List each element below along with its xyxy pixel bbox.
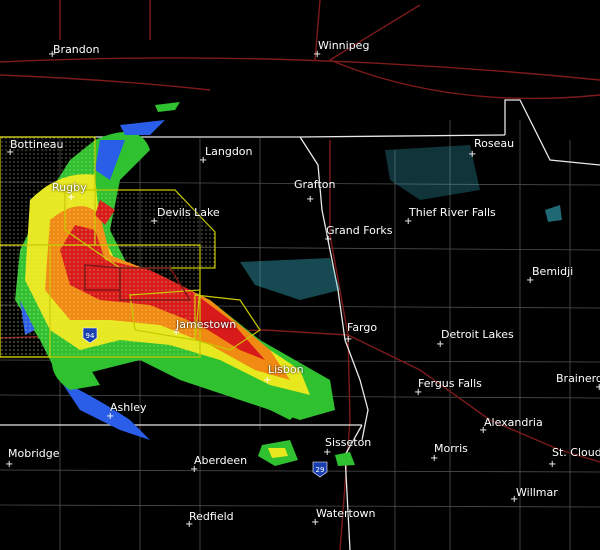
city-marker: +	[263, 375, 272, 386]
city-marker: +	[468, 149, 477, 160]
city-label-mobridge: Mobridge	[8, 447, 60, 460]
city-marker: +	[323, 447, 332, 458]
interstate-29-label: 29	[316, 466, 325, 474]
city-marker: +	[430, 453, 439, 464]
city-marker: +	[5, 459, 14, 470]
city-label-alexandria: Alexandria	[484, 416, 543, 429]
city-marker: +	[436, 339, 445, 350]
city-label-bemidji: Bemidji	[532, 265, 574, 278]
city-marker: +	[306, 194, 315, 205]
city-label-thief-river-falls: Thief River Falls	[409, 206, 496, 219]
city-label-fergus-falls: Fergus Falls	[418, 377, 482, 390]
city-label-detroit-lakes: Detroit Lakes	[441, 328, 514, 341]
city-label-brandon: Brandon	[53, 43, 100, 56]
light-returns	[240, 145, 562, 300]
radar-map: 94 29 + Brandon + Winnipeg + Bottineau +…	[0, 0, 600, 550]
city-label-st-cloud: St. Cloud	[552, 446, 600, 459]
city-marker: +	[344, 334, 353, 345]
city-label-aberdeen: Aberdeen	[194, 454, 248, 467]
city-marker: +	[548, 459, 557, 470]
interstate-29-shield: 29	[312, 461, 328, 478]
city-label-devils-lake: Devils Lake	[157, 206, 220, 219]
city-label-redfield: Redfield	[189, 510, 234, 523]
city-label-jamestown: Jamestown	[176, 318, 237, 331]
city-marker: +	[67, 192, 76, 203]
city-label-rugby: Rugby	[52, 181, 87, 194]
city-label-grand-forks: Grand Forks	[326, 224, 393, 237]
map-canvas: 94 29	[0, 0, 600, 550]
city-label-brainerd: Brainerd	[556, 372, 600, 385]
city-label-fargo: Fargo	[347, 321, 378, 334]
city-label-ashley: Ashley	[110, 401, 147, 414]
city-label-bottineau: Bottineau	[10, 138, 64, 151]
city-label-lisbon: Lisbon	[268, 363, 304, 376]
city-label-sisseton: Sisseton	[325, 436, 372, 449]
city-label-winnipeg: Winnipeg	[318, 39, 370, 52]
interstate-94-label: 94	[86, 332, 95, 340]
city-label-watertown: Watertown	[316, 507, 376, 520]
city-label-willmar: Willmar	[516, 486, 558, 499]
city-label-grafton: Grafton	[294, 178, 336, 191]
city-label-roseau: Roseau	[474, 137, 515, 150]
city-label-langdon: Langdon	[205, 145, 253, 158]
city-label-morris: Morris	[434, 442, 468, 455]
